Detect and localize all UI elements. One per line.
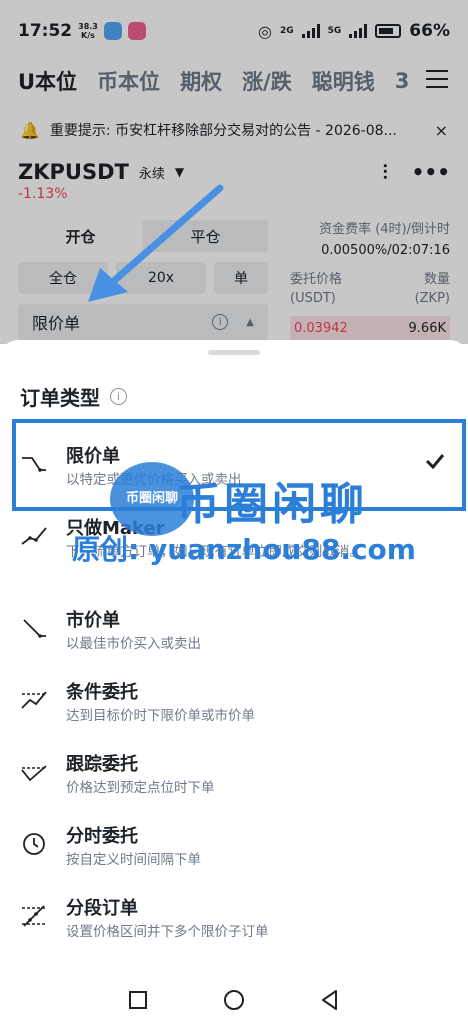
maker-only-icon	[21, 527, 47, 545]
system-nav-bar	[0, 980, 468, 1020]
option-twap[interactable]: 分时委托 按自定义时间间隔下单	[0, 818, 468, 888]
option-maker-only[interactable]: 只做Maker 下一流单方订单，如与现有订单立即成交则取消。	[0, 510, 468, 580]
sheet-title: 订单类型 i	[20, 382, 127, 411]
info-icon[interactable]: i	[110, 388, 127, 405]
scaled-order-icon	[22, 905, 46, 927]
option-trailing[interactable]: 跟踪委托 价格达到预定点位时下单	[0, 746, 468, 816]
conditional-order-icon	[21, 691, 47, 709]
trailing-order-icon	[21, 765, 47, 782]
recents-icon[interactable]	[126, 988, 150, 1012]
market-order-icon	[23, 619, 46, 638]
option-conditional[interactable]: 条件委托 达到目标价时下限价单或市价单	[0, 674, 468, 744]
option-market[interactable]: 市价单 以最佳市价买入或卖出	[0, 602, 468, 672]
home-icon[interactable]	[222, 988, 246, 1012]
selection-highlight	[12, 419, 466, 511]
option-scaled[interactable]: 分段订单 设置价格区间并下多个限价子订单	[0, 890, 468, 960]
modal-overlay[interactable]	[0, 0, 468, 344]
sheet-grabber[interactable]	[208, 350, 260, 355]
back-icon[interactable]	[318, 988, 342, 1012]
clock-icon	[23, 833, 45, 855]
